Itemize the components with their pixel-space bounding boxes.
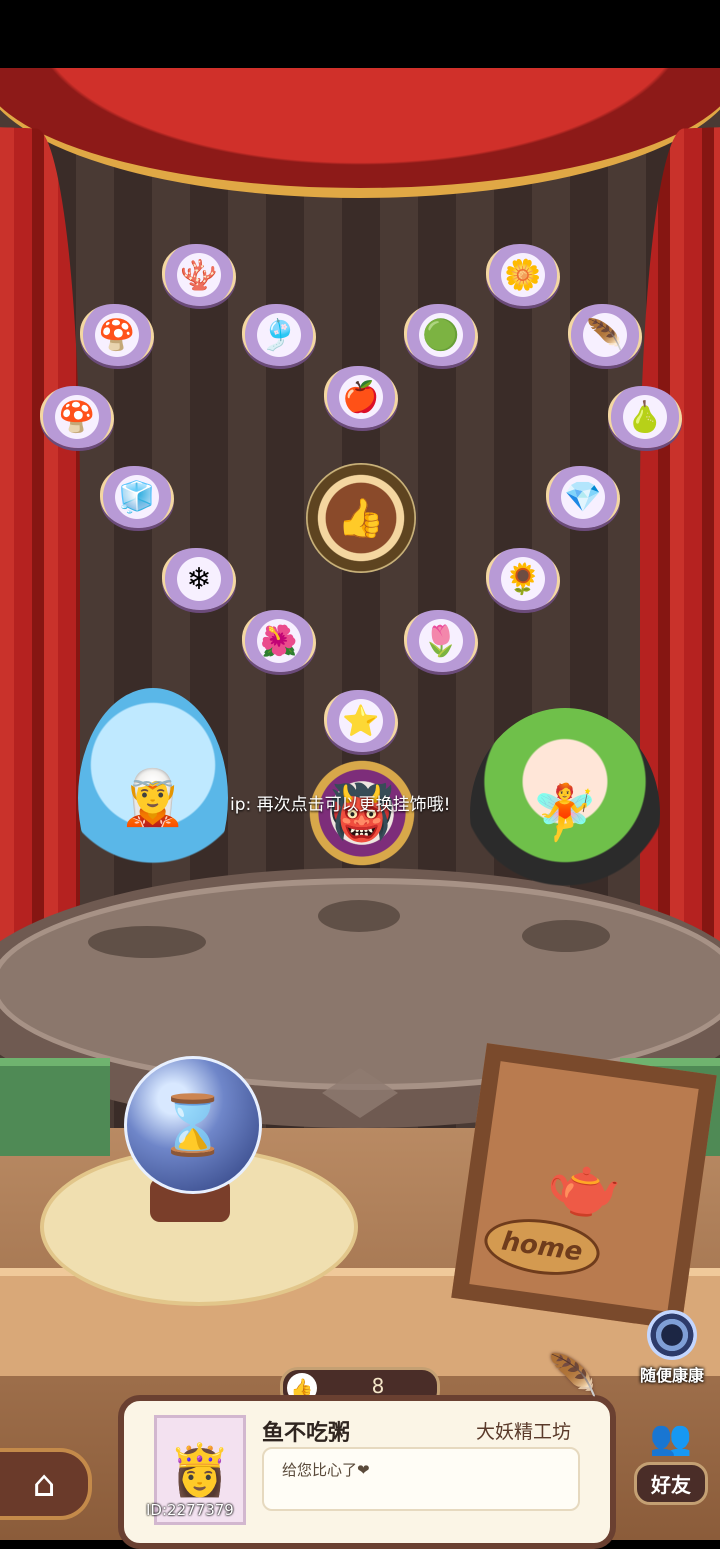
item-blue-flower[interactable]: 🌼: [486, 244, 560, 306]
friends-button[interactable]: 👥 好友: [622, 1418, 720, 1518]
cauldron-icon: 🫖: [542, 1147, 626, 1227]
item-mushrooms[interactable]: 🍄: [80, 304, 154, 366]
item-jade-ring[interactable]: 🟢: [404, 304, 478, 366]
rainbow-feather-icon: 🪶: [586, 317, 624, 353]
item-lily[interactable]: 🌷: [404, 610, 478, 672]
status-bar: [0, 0, 720, 68]
blue-flower-icon: 🌼: [504, 257, 542, 293]
berry-icon: 🍎: [342, 379, 380, 415]
item-rainbow-feather[interactable]: 🪶: [568, 304, 642, 366]
coral-icon: 🪸: [180, 257, 218, 293]
item-ice-shard[interactable]: ❄: [162, 548, 236, 610]
center-like-badge[interactable]: 👍: [306, 463, 416, 573]
home-button[interactable]: ⌂: [0, 1448, 92, 1520]
player-name: 鱼不吃粥: [262, 1421, 351, 1446]
blue-mushroom-icon: 🍄: [58, 399, 96, 435]
mushrooms-icon: 🍄: [98, 317, 136, 353]
item-golden-flower[interactable]: 🌻: [486, 548, 560, 610]
item-berry[interactable]: 🍎: [324, 366, 398, 428]
shadow-left: [88, 926, 206, 958]
message-text: 给您比心了❤: [282, 1461, 370, 1479]
teal-gourd-icon: 🍐: [626, 399, 664, 435]
item-ice-crystal[interactable]: 🧊: [100, 466, 174, 528]
item-teal-gourd[interactable]: 🍐: [608, 386, 682, 448]
item-blue-mushroom[interactable]: 🍄: [40, 386, 114, 448]
character-maid-fairy[interactable]: 🧚: [470, 708, 660, 918]
tip-text: ip: 再次点击可以更换挂饰哦!: [230, 795, 451, 815]
friends-icon: 👥: [649, 1418, 693, 1458]
jellyfish-icon: 🎐: [260, 317, 298, 353]
ice-shard-icon: ❄: [186, 561, 212, 597]
portal-icon: [647, 1310, 697, 1360]
hourglass-icon: ⌛: [156, 1090, 230, 1159]
player-id: ID:2277379: [146, 1501, 234, 1519]
feather-icon: 🪶: [548, 1353, 598, 1399]
workshop-name: 大妖精工坊: [476, 1421, 572, 1443]
item-star[interactable]: ⭐: [324, 690, 398, 752]
random-visit-button[interactable]: 随便康康: [636, 1310, 708, 1390]
star-icon: ⭐: [342, 703, 380, 739]
character-ice-girl[interactable]: 🧝: [78, 688, 228, 908]
item-purple-flower[interactable]: 🌺: [242, 610, 316, 672]
player-card: 👸 ID:2277379 鱼不吃粥 大妖精工坊 给您比心了❤: [118, 1395, 616, 1549]
item-coral[interactable]: 🪸: [162, 244, 236, 306]
purple-flower-icon: 🌺: [260, 623, 298, 659]
item-jellyfish[interactable]: 🎐: [242, 304, 316, 366]
hourglass-orb-button[interactable]: ⌛: [124, 1056, 262, 1194]
ice-crystal-icon: 🧊: [118, 479, 156, 515]
home-frame-button[interactable]: 🫖: [451, 1043, 717, 1330]
house-icon: ⌂: [32, 1463, 56, 1505]
jade-ring-icon: 🟢: [422, 317, 460, 353]
avatar-icon: 👸: [168, 1440, 232, 1499]
maid-fairy-icon: 🧚: [531, 781, 599, 844]
thumbs-up-icon: 👍: [337, 495, 385, 540]
shadow-right: [522, 920, 610, 952]
stairs-left: [0, 1058, 110, 1156]
feather-pen-button[interactable]: 🪶: [548, 1352, 598, 1402]
item-white-crystal[interactable]: 💎: [546, 466, 620, 528]
golden-flower-icon: 🌻: [504, 561, 542, 597]
lily-icon: 🌷: [422, 623, 460, 659]
stage-scene: 🪸 🌼 🍄 🎐 🟢 🪶 🍎 🍄 🍐 🧊 💎 ❄ 🌻 🌺 🌷 ⭐ 👍 🧝 👹 🧚 …: [0, 68, 720, 1540]
shadow-middle: [318, 900, 400, 932]
random-visit-label: 随便康康: [639, 1366, 704, 1385]
message-box: 给您比心了❤: [262, 1447, 580, 1511]
curtain-valance: [0, 68, 720, 198]
friends-label: 好友: [634, 1462, 708, 1505]
white-crystal-icon: 💎: [564, 479, 602, 515]
ice-girl-icon: 🧝: [119, 766, 187, 829]
